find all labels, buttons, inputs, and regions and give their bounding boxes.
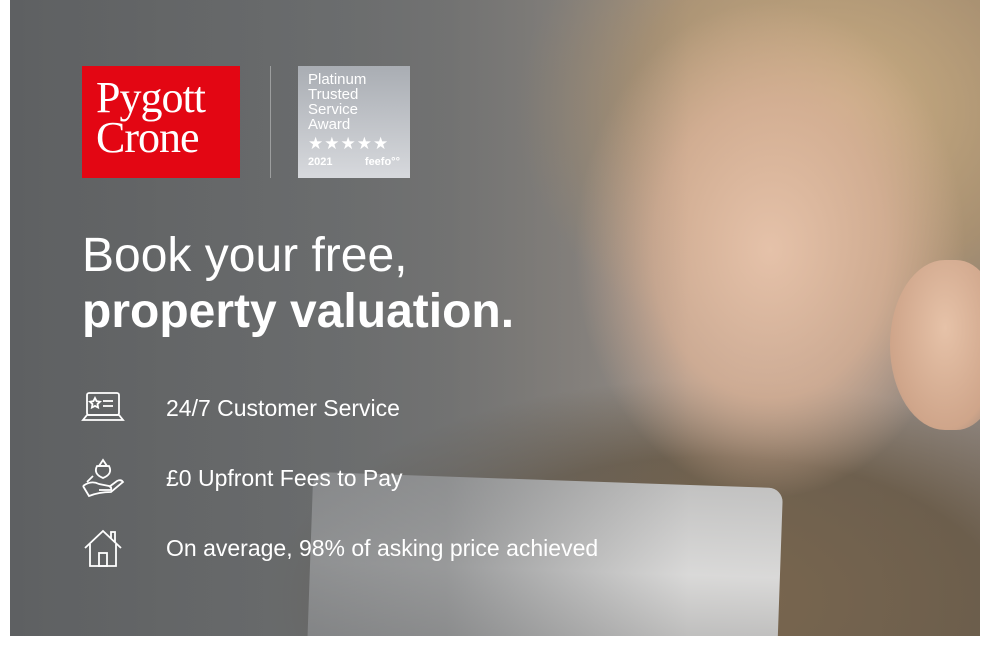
laptop-star-icon: [78, 386, 128, 430]
feature-text: £0 Upfront Fees to Pay: [166, 464, 403, 491]
headline-line-2: property valuation.: [82, 285, 515, 338]
feefo-award-badge: Platinum Trusted Service Award ★★★★★ 202…: [298, 66, 410, 178]
feature-text: On average, 98% of asking price achieved: [166, 534, 599, 561]
valuation-banner[interactable]: Pygott Crone Platinum Trusted Service Aw…: [10, 0, 980, 636]
award-line-2: Trusted: [308, 86, 359, 103]
logo-line-2: Crone: [96, 113, 200, 162]
feature-text: 24/7 Customer Service: [166, 394, 400, 421]
award-line-4: Award: [308, 116, 351, 133]
hand-money-icon: [78, 456, 128, 500]
award-provider: feefo°°: [364, 156, 400, 168]
logo-divider: [270, 66, 271, 178]
feature-list: 24/7 Customer Service £0 Upfront Fees to…: [78, 386, 598, 596]
pygott-crone-logo: Pygott Crone: [82, 66, 240, 178]
feature-item: £0 Upfront Fees to Pay: [78, 456, 598, 500]
award-line-3: Service: [308, 101, 359, 118]
award-line-1: Platinum: [308, 71, 367, 88]
headline-line-1: Book your free,: [82, 229, 408, 282]
feature-item: 24/7 Customer Service: [78, 386, 598, 430]
logo-line-1: Pygott: [96, 73, 206, 122]
headline: Book your free, property valuation.: [82, 228, 514, 340]
award-stars-icon: ★★★★★: [308, 134, 390, 153]
feature-item: On average, 98% of asking price achieved: [78, 526, 598, 570]
house-icon: [78, 526, 128, 570]
award-year: 2021: [308, 156, 333, 168]
